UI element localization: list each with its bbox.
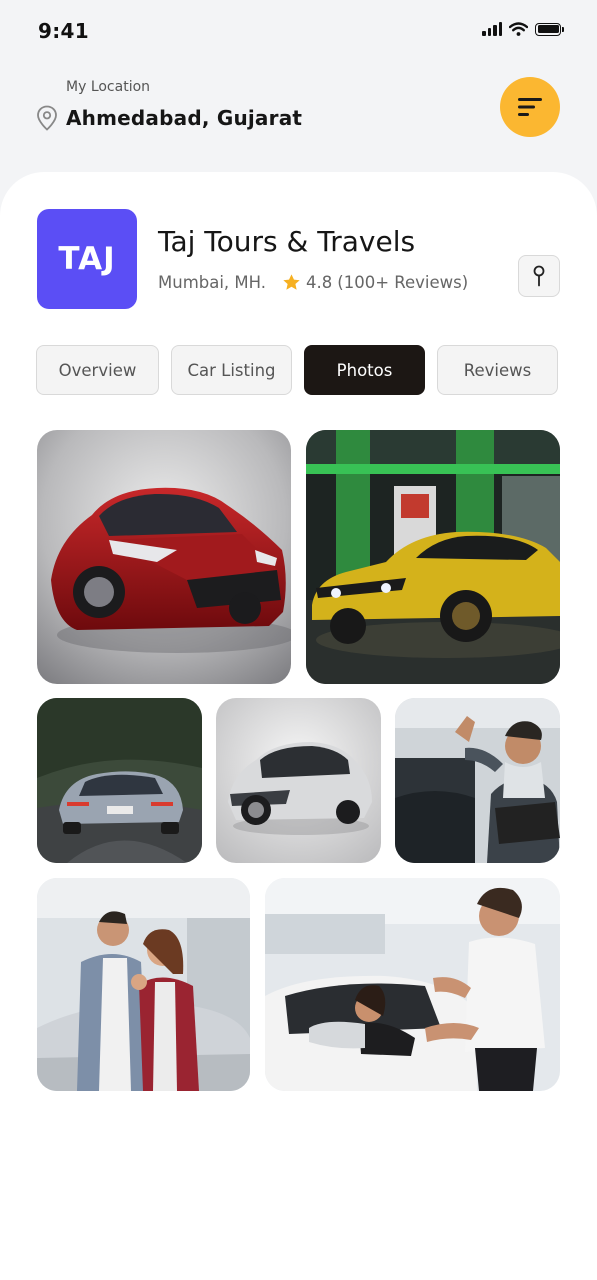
key-handover-image	[265, 878, 560, 1091]
location-selector[interactable]: Ahmedabad, Gujarat	[36, 105, 302, 131]
location-label: My Location	[66, 79, 151, 95]
photo-couple-with-keys[interactable]	[37, 878, 250, 1091]
status-icons	[482, 22, 564, 36]
man-with-keys-image	[395, 698, 560, 863]
menu-lines-icon	[518, 98, 542, 116]
tab-reviews[interactable]: Reviews	[437, 345, 558, 395]
menu-button[interactable]	[500, 77, 560, 137]
map-pin-icon	[533, 265, 545, 287]
signal-icon	[482, 22, 502, 36]
photo-key-handover[interactable]	[265, 878, 560, 1091]
photo-red-car[interactable]	[37, 430, 291, 684]
wifi-icon	[509, 22, 528, 36]
tab-car-listing[interactable]: Car Listing	[171, 345, 292, 395]
business-logo: TAJ	[37, 209, 137, 309]
battery-icon	[535, 22, 564, 36]
status-time: 9:41	[38, 19, 89, 43]
business-review-count: (100+ Reviews)	[337, 273, 469, 292]
business-name: Taj Tours & Travels	[158, 225, 416, 258]
business-rating: 4.8	[306, 273, 333, 292]
tab-bar: Overview Car Listing Photos Reviews	[36, 345, 559, 395]
silver-car-image	[216, 698, 381, 863]
business-meta: Mumbai, MH. 4.8 (100+ Reviews)	[158, 273, 468, 292]
tab-photos[interactable]: Photos	[304, 345, 425, 395]
photo-grey-sedan[interactable]	[37, 698, 202, 863]
couple-with-keys-image	[37, 878, 250, 1091]
red-car-image	[37, 430, 291, 684]
tab-overview[interactable]: Overview	[36, 345, 159, 395]
grey-sedan-image	[37, 698, 202, 863]
business-city: Mumbai, MH.	[158, 273, 267, 292]
map-pin-button[interactable]	[518, 255, 560, 297]
location-pin-icon	[37, 105, 57, 131]
location-value: Ahmedabad, Gujarat	[66, 106, 303, 130]
photo-man-with-keys[interactable]	[395, 698, 560, 863]
photo-yellow-car[interactable]	[306, 430, 560, 684]
photo-silver-car[interactable]	[216, 698, 381, 863]
yellow-car-image	[306, 430, 560, 684]
status-bar: 9:41	[0, 0, 597, 62]
star-icon	[283, 274, 300, 290]
